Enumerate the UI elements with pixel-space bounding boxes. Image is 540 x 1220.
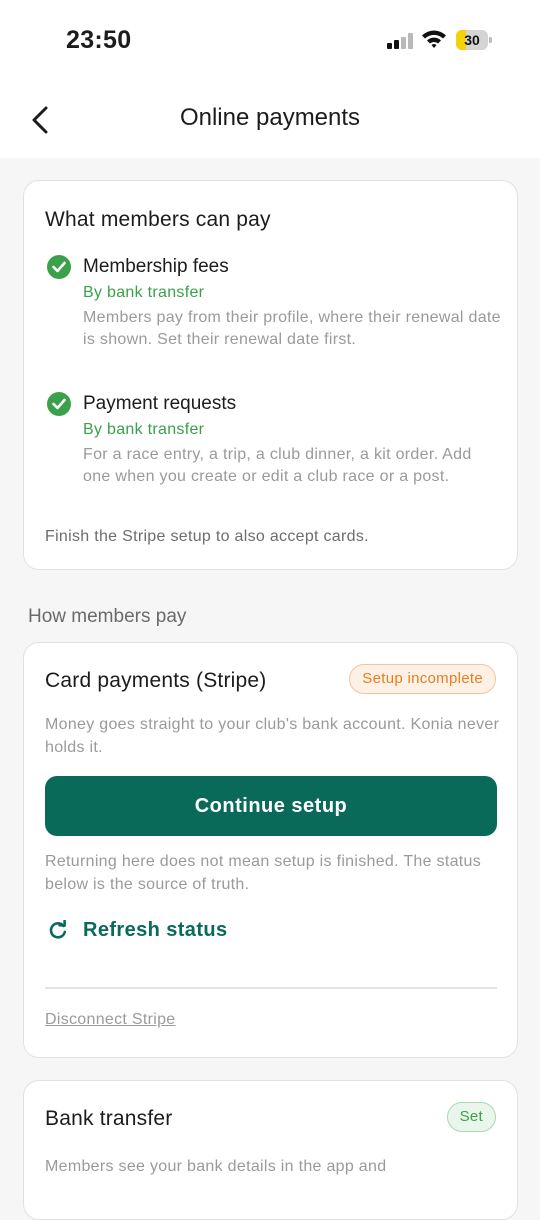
- stripe-setup-note: Finish the Stripe setup to also accept c…: [45, 528, 369, 545]
- check-circle-icon: [47, 255, 71, 279]
- continue-setup-button[interactable]: Continue setup: [45, 776, 497, 836]
- refresh-status-button[interactable]: Refresh status: [47, 915, 228, 945]
- payment-requests-description: For a race entry, a trip, a club dinner,…: [83, 446, 472, 485]
- membership-fees-method: By bank transfer: [83, 284, 205, 301]
- bank-transfer-title: Bank transfer: [45, 1107, 173, 1130]
- refresh-icon: [47, 919, 69, 941]
- check-circle-icon: [47, 392, 71, 416]
- payment-requests-method: By bank transfer: [83, 421, 205, 438]
- membership-fees-title: Membership fees: [83, 256, 229, 277]
- stripe-description: Money goes straight to your club's bank …: [45, 716, 500, 756]
- payment-requests-title: Payment requests: [83, 393, 237, 414]
- what-members-can-pay-card: What members can pay Membership fees By …: [23, 180, 518, 570]
- battery-icon: 30: [456, 30, 492, 50]
- refresh-status-label: Refresh status: [83, 918, 228, 941]
- wifi-icon: [421, 28, 447, 55]
- top-bar: 23:50 30 Online payments: [0, 0, 540, 158]
- status-badge: Set: [446, 1102, 496, 1132]
- signal-icon: [387, 33, 415, 49]
- card-heading: What members can pay: [45, 208, 271, 231]
- bank-transfer-description: Members see your bank details in the app…: [45, 1158, 387, 1175]
- section-label-how-members-pay: How members pay: [28, 606, 187, 627]
- membership-fees-description: Members pay from their profile, where th…: [83, 309, 501, 348]
- page-title: Online payments: [179, 104, 361, 131]
- bank-transfer-card: Bank transfer Set Members see your bank …: [23, 1080, 518, 1220]
- battery-percent: 30: [464, 32, 480, 48]
- disconnect-stripe-link[interactable]: Disconnect Stripe: [45, 1011, 176, 1029]
- divider: [45, 987, 497, 989]
- stripe-card: Card payments (Stripe) Setup incomplete …: [23, 642, 518, 1058]
- status-time: 23:50: [66, 26, 132, 54]
- status-badge: Setup incomplete: [349, 664, 496, 694]
- stripe-card-title: Card payments (Stripe): [45, 669, 267, 692]
- returning-note: Returning here does not mean setup is fi…: [45, 853, 482, 893]
